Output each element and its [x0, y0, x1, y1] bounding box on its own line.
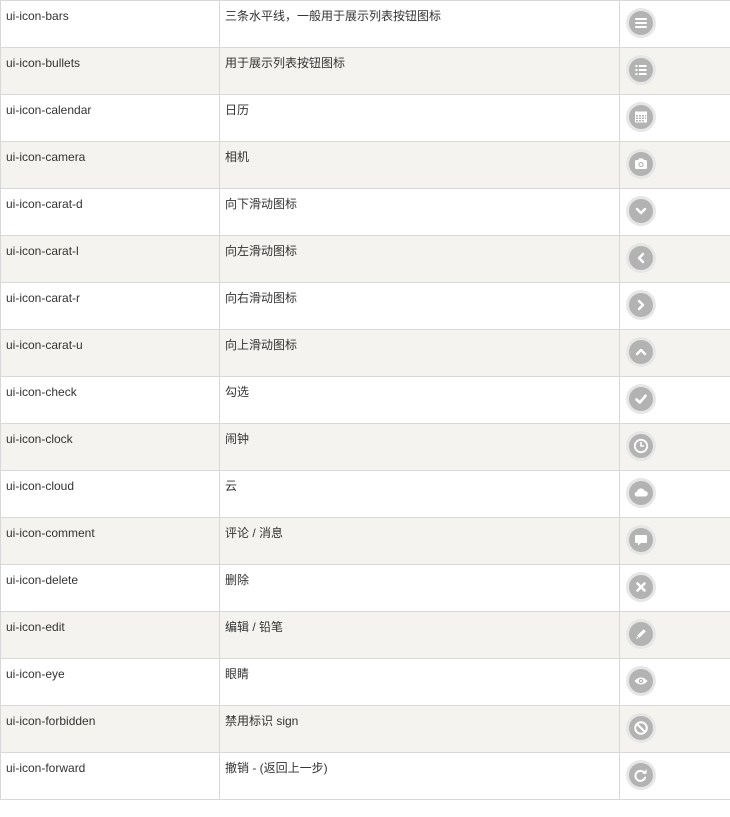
icon-class-name: ui-icon-eye [0, 658, 220, 706]
icon-class-name: ui-icon-forbidden [0, 705, 220, 753]
icon-description: 用于展示列表按钮图标 [219, 47, 620, 95]
table-row: ui-icon-carat-u 向上滑动图标 [0, 329, 730, 377]
icon-description: 眼睛 [219, 658, 620, 706]
icon-class-name: ui-icon-bullets [0, 47, 220, 95]
table-row: ui-icon-eye 眼睛 [0, 658, 730, 706]
forward-icon [626, 760, 656, 790]
icon-description: 撤销 - (返回上一步) [219, 752, 620, 800]
icon-class-name: ui-icon-carat-r [0, 282, 220, 330]
icon-class-name: ui-icon-edit [0, 611, 220, 659]
icon-class-name: ui-icon-carat-l [0, 235, 220, 283]
clock-icon [626, 431, 656, 461]
table-row: ui-icon-carat-r 向右滑动图标 [0, 282, 730, 330]
table-row: ui-icon-delete 删除 [0, 564, 730, 612]
delete-icon [626, 572, 656, 602]
table-row: ui-icon-bullets 用于展示列表按钮图标 [0, 47, 730, 95]
icon-class-name: ui-icon-calendar [0, 94, 220, 142]
table-row: ui-icon-edit 编辑 / 铅笔 [0, 611, 730, 659]
carat-down-icon [626, 196, 656, 226]
icon-description: 勾选 [219, 376, 620, 424]
table-row: ui-icon-carat-l 向左滑动图标 [0, 235, 730, 283]
icon-description: 云 [219, 470, 620, 518]
icon-class-name: ui-icon-comment [0, 517, 220, 565]
icon-class-name: ui-icon-carat-u [0, 329, 220, 377]
icon-description: 日历 [219, 94, 620, 142]
table-row: ui-icon-carat-d 向下滑动图标 [0, 188, 730, 236]
carat-left-icon [626, 243, 656, 273]
icon-class-name: ui-icon-carat-d [0, 188, 220, 236]
cloud-icon [626, 478, 656, 508]
camera-icon [626, 149, 656, 179]
icon-description: 编辑 / 铅笔 [219, 611, 620, 659]
icon-description: 三条水平线，一般用于展示列表按钮图标 [219, 0, 620, 48]
icon-reference-table: ui-icon-bars 三条水平线，一般用于展示列表按钮图标 ui-icon-… [0, 0, 730, 800]
icon-description: 评论 / 消息 [219, 517, 620, 565]
table-row: ui-icon-forward 撤销 - (返回上一步) [0, 752, 730, 800]
icon-class-name: ui-icon-clock [0, 423, 220, 471]
table-row: ui-icon-calendar 日历 [0, 94, 730, 142]
icon-description: 向左滑动图标 [219, 235, 620, 283]
table-row: ui-icon-comment 评论 / 消息 [0, 517, 730, 565]
table-row: ui-icon-forbidden 禁用标识 sign [0, 705, 730, 753]
table-row: ui-icon-camera 相机 [0, 141, 730, 189]
icon-class-name: ui-icon-delete [0, 564, 220, 612]
icon-description: 向上滑动图标 [219, 329, 620, 377]
check-icon [626, 384, 656, 414]
icon-description: 禁用标识 sign [219, 705, 620, 753]
icon-class-name: ui-icon-check [0, 376, 220, 424]
eye-icon [626, 666, 656, 696]
icon-description: 向下滑动图标 [219, 188, 620, 236]
carat-right-icon [626, 290, 656, 320]
icon-description: 相机 [219, 141, 620, 189]
icon-class-name: ui-icon-cloud [0, 470, 220, 518]
table-row: ui-icon-cloud 云 [0, 470, 730, 518]
edit-icon [626, 619, 656, 649]
forbidden-icon [626, 713, 656, 743]
icon-description: 闹钟 [219, 423, 620, 471]
icon-class-name: ui-icon-camera [0, 141, 220, 189]
bars-icon [626, 8, 656, 38]
table-row: ui-icon-bars 三条水平线，一般用于展示列表按钮图标 [0, 0, 730, 48]
carat-up-icon [626, 337, 656, 367]
table-row: ui-icon-check 勾选 [0, 376, 730, 424]
icon-class-name: ui-icon-forward [0, 752, 220, 800]
comment-icon [626, 525, 656, 555]
bullets-icon [626, 55, 656, 85]
icon-description: 删除 [219, 564, 620, 612]
icon-description: 向右滑动图标 [219, 282, 620, 330]
table-row: ui-icon-clock 闹钟 [0, 423, 730, 471]
icon-class-name: ui-icon-bars [0, 0, 220, 48]
calendar-icon [626, 102, 656, 132]
